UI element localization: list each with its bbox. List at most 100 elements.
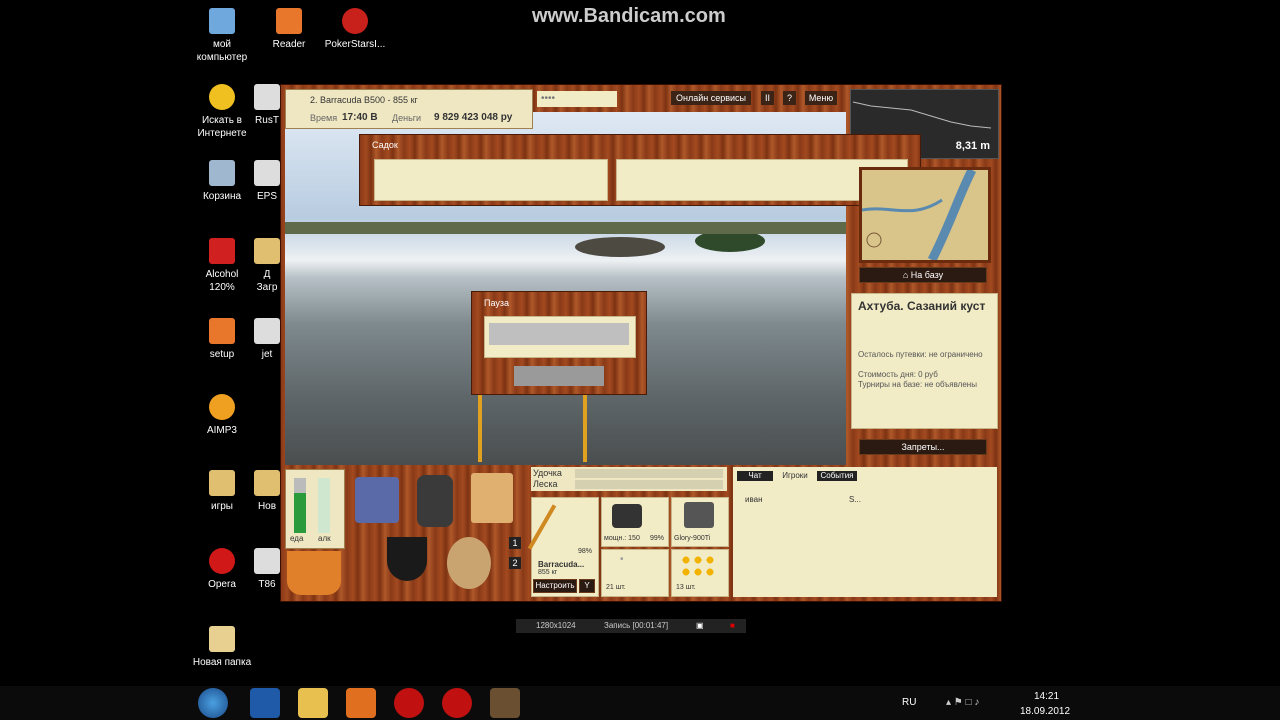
sadok-slot-left[interactable]: [374, 159, 608, 201]
line-label: Леска: [533, 479, 558, 489]
ie-icon[interactable]: [250, 688, 280, 718]
location-tournaments: Турниры на базе: не объявлены: [858, 380, 977, 389]
desktop-icon-search[interactable]: Искать в Интернете: [187, 84, 257, 140]
game-taskbar-icon[interactable]: [490, 688, 520, 718]
caught-fish-strip: ••••: [537, 91, 617, 107]
tab-events[interactable]: События: [817, 471, 857, 481]
reel-percent: 99%: [650, 535, 665, 542]
needs-panel: еда алк: [285, 469, 345, 549]
location-map[interactable]: [859, 167, 991, 263]
tray-icons[interactable]: ▴ ⚑ □ ♪: [946, 697, 979, 708]
desktop-icon-label: Opera: [208, 579, 236, 590]
desktop-icon-label: Новая папка: [192, 657, 252, 668]
desktop-icon-new[interactable]: Нов: [252, 470, 282, 513]
tab-chat[interactable]: Чат: [737, 471, 773, 481]
desktop-icon-t86[interactable]: T86: [252, 548, 282, 591]
rod-right[interactable]: [583, 392, 587, 462]
rod-weight: 855 кг: [538, 569, 558, 576]
folder-icon: [209, 470, 235, 496]
search-icon: [209, 84, 235, 110]
desktop-icon-rust[interactable]: RusT: [252, 84, 282, 127]
desktop-icon-recycle-bin[interactable]: Корзина: [187, 160, 257, 203]
money-label: Деньги: [392, 113, 422, 123]
opera-icon: [209, 548, 235, 574]
desktop-icon-downloads[interactable]: Д Загр: [252, 238, 282, 294]
opera-taskbar-icon[interactable]: [394, 688, 424, 718]
food-label: еда: [290, 534, 304, 543]
reel-slot[interactable]: мощн.: 150 99%: [601, 497, 669, 547]
desktop-icon-label: Д Загр: [256, 269, 278, 293]
menu-button[interactable]: Меню: [805, 91, 837, 105]
desktop-icon-opera[interactable]: Opera: [187, 548, 257, 591]
sadok-title: Садок: [372, 140, 398, 150]
tree-island: [575, 237, 665, 257]
rss-reader-icon: [276, 8, 302, 34]
desktop-icon-setup[interactable]: setup: [187, 318, 257, 361]
rod-label: Удочка: [533, 468, 562, 478]
configure-dropdown-button[interactable]: Y: [579, 579, 595, 593]
desktop-icon-label: T86: [258, 579, 276, 590]
camera-icon[interactable]: ▣: [696, 619, 704, 633]
record-icon[interactable]: ■: [730, 619, 735, 633]
cooking-pot-icon[interactable]: [387, 537, 427, 581]
tab-players[interactable]: Игроки: [777, 471, 813, 481]
desktop-icon-label: Reader: [272, 39, 306, 50]
desktop-icon-my-computer[interactable]: мой компьютер: [187, 8, 257, 64]
help-button[interactable]: ?: [783, 91, 796, 105]
configure-button[interactable]: Настроить: [533, 579, 577, 593]
tackle-status: Удочка Леска: [531, 467, 727, 491]
fish-net-icon[interactable]: [447, 537, 491, 589]
hooks-slot[interactable]: • 21 шт.: [601, 549, 669, 597]
notebook-icon[interactable]: [471, 473, 513, 523]
desktop-icon-reader[interactable]: Reader: [254, 8, 324, 51]
desktop-icon-pokerstars[interactable]: PokerStarsI...: [320, 8, 390, 51]
slot-number-1[interactable]: 1: [509, 537, 521, 549]
bandicam-taskbar-icon[interactable]: [442, 688, 472, 718]
location-permit: Осталось путевки: не ограничено: [858, 350, 983, 359]
folder-icon: [254, 238, 280, 264]
slot-number-2[interactable]: 2: [509, 557, 521, 569]
clock-time[interactable]: 14:21: [1034, 691, 1059, 702]
app-icon: [254, 84, 280, 110]
explorer-icon[interactable]: [298, 688, 328, 718]
online-services-button[interactable]: Онлайн сервисы: [671, 91, 751, 105]
backpack-icon[interactable]: [417, 475, 453, 527]
time-label: Время: [310, 113, 338, 123]
location-info-panel: Ахтуба. Сазаний куст Осталось путевки: н…: [851, 293, 998, 429]
pause-bottom-bar: [514, 366, 604, 386]
tackle-box-icon[interactable]: [355, 477, 399, 523]
line-slot[interactable]: Glory-900Ti: [671, 497, 729, 547]
depth-value: 8,31 m: [955, 140, 990, 152]
location-cost: Стоимость дня: 0 руб: [858, 370, 938, 379]
app-icon: [254, 548, 280, 574]
prohibitions-button[interactable]: Запреты...: [859, 439, 987, 455]
clock-date[interactable]: 18.09.2012: [1020, 706, 1070, 717]
bait-slot[interactable]: 13 шт.: [671, 549, 729, 597]
recorder-resolution: 1280x1024: [536, 621, 576, 630]
desktop-icon-aimp3[interactable]: AIMP3: [187, 394, 257, 437]
desktop-icon-games[interactable]: игры: [187, 470, 257, 513]
hook-icon: •: [620, 554, 624, 565]
food-bar: [294, 478, 306, 533]
desktop-icon-jet[interactable]: jet: [252, 318, 282, 361]
fish-icon: ••••: [541, 93, 556, 104]
desktop-icon-label: Alcohol 120%: [205, 269, 239, 293]
desktop-icon-label: Нов: [257, 501, 277, 512]
media-player-icon[interactable]: [346, 688, 376, 718]
desktop-icon-epson[interactable]: EPS: [252, 160, 282, 203]
desktop-icon-alcohol[interactable]: Alcohol 120%: [187, 238, 257, 294]
pause-content: [484, 316, 636, 358]
sadok-panel: Садок: [359, 134, 921, 206]
desktop-icon-new-folder[interactable]: Новая папка: [187, 626, 257, 669]
bandicam-watermark: www.Bandicam.com: [532, 5, 726, 27]
bucket-icon[interactable]: [287, 551, 341, 595]
rss-icon: [209, 318, 235, 344]
to-base-button[interactable]: ⌂ На базу: [859, 267, 987, 283]
rod-left[interactable]: [478, 392, 482, 462]
pause-dialog: Пауза: [471, 291, 647, 395]
pause-button[interactable]: II: [761, 91, 774, 105]
language-indicator[interactable]: RU: [902, 697, 916, 708]
start-button[interactable]: [198, 688, 228, 718]
app-icon: [254, 160, 280, 186]
desktop-icon-label: jet: [261, 349, 273, 360]
